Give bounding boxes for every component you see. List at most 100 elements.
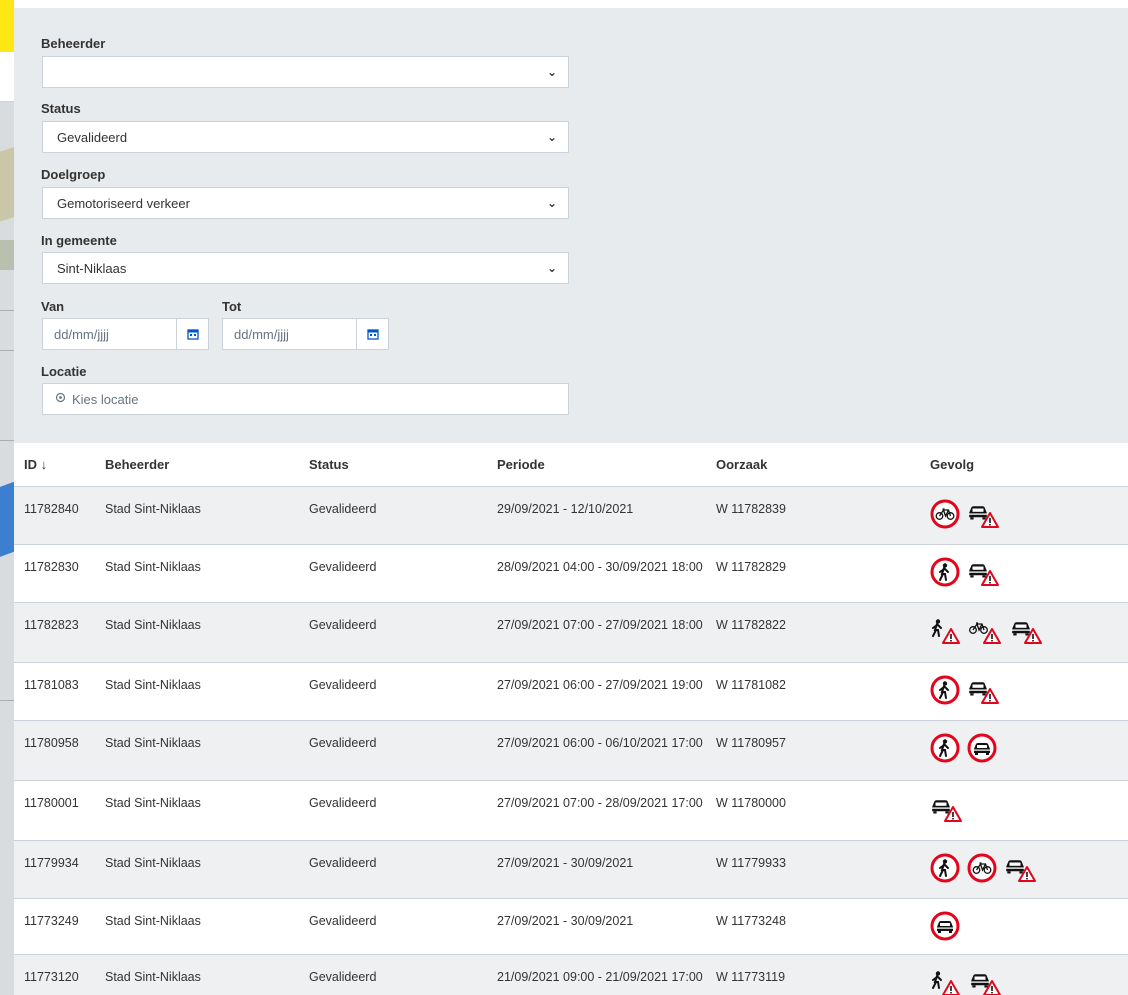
row-id: 11779934 xyxy=(24,856,79,870)
row-beheerder: Stad Sint-Niklaas xyxy=(105,736,201,750)
column-header-id[interactable]: ID ↓ xyxy=(24,457,47,472)
tot-date-input[interactable]: dd/mm/jjjj xyxy=(223,327,356,342)
table-body: 11782840 Stad Sint-Niklaas Gevalideerd 29/0… xyxy=(14,487,1128,995)
no-pedestrians-sign-icon xyxy=(930,675,960,710)
header-white-band xyxy=(0,52,14,102)
table-row[interactable]: 11782840 Stad Sint-Niklaas Gevalideerd 29/0… xyxy=(14,487,1128,545)
map-road xyxy=(0,350,14,351)
row-status: Gevalideerd xyxy=(309,560,377,574)
van-date-input[interactable]: dd/mm/jjjj xyxy=(43,327,176,342)
no-cars-sign-icon xyxy=(930,911,960,946)
results-table: ID ↓ Beheerder Status Periode Oorzaak Ge… xyxy=(14,443,1128,995)
row-periode: 27/09/2021 07:00 - 28/09/2021 17:00 xyxy=(497,796,703,810)
column-header-beheerder[interactable]: Beheerder xyxy=(105,457,169,472)
gemeente-value: Sint-Niklaas xyxy=(57,260,127,276)
row-gevolg xyxy=(930,557,1001,592)
bicycle-warning-sign-icon xyxy=(969,615,1003,650)
chevron-down-icon: ⌄ xyxy=(546,261,558,275)
row-oorzaak: W 11780957 xyxy=(716,736,786,750)
row-periode: 27/09/2021 06:00 - 27/09/2021 19:00 xyxy=(497,678,703,692)
tot-date-field[interactable]: dd/mm/jjjj xyxy=(222,318,389,350)
row-beheerder: Stad Sint-Niklaas xyxy=(105,618,201,632)
column-header-status[interactable]: Status xyxy=(309,457,349,472)
row-beheerder: Stad Sint-Niklaas xyxy=(105,560,201,574)
no-cars-sign-icon xyxy=(967,733,997,768)
chevron-down-icon: ⌄ xyxy=(546,65,558,79)
car-warning-sign-icon xyxy=(1010,615,1044,650)
van-date-field[interactable]: dd/mm/jjjj xyxy=(42,318,209,350)
map-building xyxy=(0,146,14,224)
gemeente-label: In gemeente xyxy=(41,233,117,248)
row-beheerder: Stad Sint-Niklaas xyxy=(105,502,201,516)
row-id: 11782840 xyxy=(24,502,79,516)
map-road xyxy=(0,700,14,701)
row-id: 11773249 xyxy=(24,914,79,928)
row-gevolg xyxy=(930,733,997,768)
table-row[interactable]: 11782823 Stad Sint-Niklaas Gevalideerd 27/0… xyxy=(14,603,1128,663)
calendar-icon[interactable] xyxy=(176,319,208,349)
locatie-input[interactable]: Kies locatie xyxy=(42,383,569,415)
row-id: 11782830 xyxy=(24,560,79,574)
map-road xyxy=(0,310,14,311)
van-label: Van xyxy=(41,299,65,314)
column-header-periode[interactable]: Periode xyxy=(497,457,545,472)
doelgroep-value: Gemotoriseerd verkeer xyxy=(57,195,190,211)
row-periode: 21/09/2021 09:00 - 21/09/2021 17:00 xyxy=(497,970,703,984)
row-gevolg xyxy=(930,499,1001,534)
chevron-down-icon: ⌄ xyxy=(546,130,558,144)
row-periode: 27/09/2021 - 30/09/2021 xyxy=(497,856,634,870)
no-pedestrians-sign-icon xyxy=(930,853,960,888)
beheerder-label: Beheerder xyxy=(41,36,106,51)
row-id: 11773120 xyxy=(24,970,79,984)
status-value: Gevalideerd xyxy=(57,129,128,145)
row-periode: 28/09/2021 04:00 - 30/09/2021 18:00 xyxy=(497,560,703,574)
row-id: 11781083 xyxy=(24,678,79,692)
row-oorzaak: W 11781082 xyxy=(716,678,786,692)
row-id: 11780001 xyxy=(24,796,79,810)
row-oorzaak: W 11782839 xyxy=(716,502,786,516)
row-gevolg xyxy=(930,967,1003,995)
status-select[interactable]: Gevalideerd ⌄ xyxy=(42,121,569,153)
map-water xyxy=(0,480,14,560)
header-yellow-band xyxy=(0,0,14,52)
row-status: Gevalideerd xyxy=(309,618,377,632)
car-warning-sign-icon xyxy=(930,793,964,828)
row-gevolg xyxy=(930,615,1044,650)
row-status: Gevalideerd xyxy=(309,736,377,750)
row-oorzaak: W 11782822 xyxy=(716,618,786,632)
doelgroep-select[interactable]: Gemotoriseerd verkeer ⌄ xyxy=(42,187,569,219)
row-id: 11780958 xyxy=(24,736,79,750)
location-target-icon xyxy=(55,392,66,406)
table-row[interactable]: 11773249 Stad Sint-Niklaas Gevalideerd 27/0… xyxy=(14,899,1128,955)
row-periode: 27/09/2021 06:00 - 06/10/2021 17:00 xyxy=(497,736,703,750)
row-status: Gevalideerd xyxy=(309,796,377,810)
no-pedestrians-sign-icon xyxy=(930,733,960,768)
car-warning-sign-icon xyxy=(967,499,1001,534)
row-status: Gevalideerd xyxy=(309,970,377,984)
table-row[interactable]: 11782830 Stad Sint-Niklaas Gevalideerd 28/0… xyxy=(14,545,1128,603)
calendar-icon[interactable] xyxy=(356,319,388,349)
row-oorzaak: W 11773119 xyxy=(716,970,786,984)
table-row[interactable]: 11773120 Stad Sint-Niklaas Gevalideerd 21/0… xyxy=(14,955,1128,995)
doelgroep-label: Doelgroep xyxy=(41,167,106,182)
row-status: Gevalideerd xyxy=(309,914,377,928)
table-row[interactable]: 11780958 Stad Sint-Niklaas Gevalideerd 27/0… xyxy=(14,721,1128,781)
beheerder-select[interactable]: ⌄ xyxy=(42,56,569,88)
row-gevolg xyxy=(930,853,1038,888)
row-beheerder: Stad Sint-Niklaas xyxy=(105,970,201,984)
table-row[interactable]: 11780001 Stad Sint-Niklaas Gevalideerd 27/0… xyxy=(14,781,1128,841)
row-status: Gevalideerd xyxy=(309,678,377,692)
row-periode: 29/09/2021 - 12/10/2021 xyxy=(497,502,634,516)
row-status: Gevalideerd xyxy=(309,502,377,516)
no-bicycles-sign-icon xyxy=(930,499,960,534)
row-status: Gevalideerd xyxy=(309,856,377,870)
row-beheerder: Stad Sint-Niklaas xyxy=(105,796,201,810)
table-row[interactable]: 11781083 Stad Sint-Niklaas Gevalideerd 27/0… xyxy=(14,663,1128,721)
row-gevolg xyxy=(930,911,960,946)
column-header-oorzaak[interactable]: Oorzaak xyxy=(716,457,767,472)
gemeente-select[interactable]: Sint-Niklaas ⌄ xyxy=(42,252,569,284)
table-row[interactable]: 11779934 Stad Sint-Niklaas Gevalideerd 27/0… xyxy=(14,841,1128,899)
row-oorzaak: W 11782829 xyxy=(716,560,786,574)
row-id: 11782823 xyxy=(24,618,79,632)
locatie-placeholder: Kies locatie xyxy=(72,391,139,407)
